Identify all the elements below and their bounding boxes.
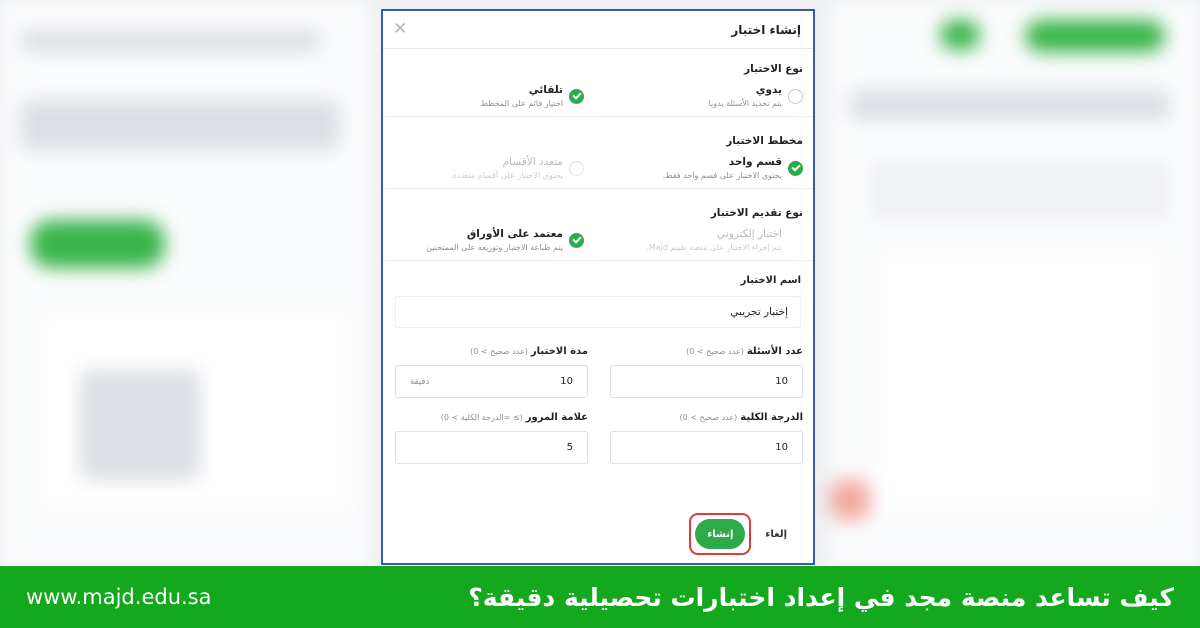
- option-paper-based[interactable]: معتمد على الأوراق يتم طباعة الاختبار وتو…: [393, 228, 598, 252]
- question-count-label: عدد الأسئلة(عدد صحيح > 0): [610, 346, 803, 357]
- background-block: [20, 100, 340, 150]
- exam-name-block: اسم الاختبار إختبار تجريبي: [383, 261, 813, 328]
- option-description: يتم إجراء الاختبار على منصة تقييم Majd.: [646, 243, 782, 252]
- exam-name-input[interactable]: إختبار تجريبي: [395, 296, 801, 328]
- create-button[interactable]: إنشاء: [695, 519, 746, 549]
- exam-plan-section: مخطط الاختبار قسم واحد يحتوي الاختبار عل…: [383, 117, 813, 189]
- field-hint: (عدد صحيح > 0): [679, 413, 738, 422]
- modal-header: إنشاء اختبار ✕: [383, 11, 813, 49]
- field-hint: (عدد صحيح > 0): [470, 347, 528, 356]
- field-label-text: علامة المرور: [525, 412, 588, 423]
- total-score-input[interactable]: 10: [610, 431, 803, 464]
- background-green-button: [1025, 20, 1165, 52]
- exam-name-label: اسم الاختبار: [740, 275, 801, 286]
- pass-mark-input[interactable]: 5: [395, 431, 588, 464]
- option-label: تلقائي: [528, 84, 563, 96]
- input-value: 10: [560, 376, 573, 387]
- option-description: يحتوي الاختبار على أقسام متعددة.: [450, 171, 563, 180]
- create-button-highlight: إنشاء: [689, 513, 752, 555]
- duration-unit: دقيقة: [410, 376, 430, 387]
- option-label: يدوي: [755, 84, 782, 96]
- bottom-banner: www.majd.edu.sa كيف تساعد منصة مجد في إع…: [0, 566, 1200, 628]
- option-automatic[interactable]: تلقائي اختيار قائم على المخطط: [393, 84, 598, 108]
- option-multi-section[interactable]: متعدد الأقسام يحتوي الاختبار على أقسام م…: [393, 156, 598, 180]
- option-electronic[interactable]: اختبار إلكتروني يتم إجراء الاختبار على م…: [598, 228, 803, 252]
- background-green-button: [30, 220, 165, 268]
- modal-actions: إنشاء إلغاء: [395, 513, 801, 555]
- banner-headline: كيف تساعد منصة مجد في إعداد اختبارات تحص…: [468, 582, 1174, 612]
- background-block: [870, 160, 1170, 220]
- duration-field: مدة الاختبار(عدد صحيح > 0) 10 دقيقة: [395, 346, 588, 398]
- option-label: متعدد الأقسام: [502, 156, 563, 168]
- pass-mark-field: علامة المرور(≥ =الدرجة الكلية > 0) 5: [395, 412, 588, 464]
- field-hint: (عدد صحيح > 0): [686, 347, 744, 356]
- section-title: نوع الاختبار: [744, 63, 803, 75]
- cancel-button[interactable]: إلغاء: [765, 529, 787, 540]
- radio-unchecked-icon[interactable]: [788, 88, 803, 104]
- input-value: 10: [775, 376, 788, 387]
- field-label-text: مدة الاختبار: [530, 346, 588, 357]
- delivery-type-section: نوع تقديم الاختبار اختبار إلكتروني يتم إ…: [383, 189, 813, 261]
- background-bar: [20, 30, 320, 52]
- background-red-mark: [830, 480, 870, 520]
- option-label: معتمد على الأوراق: [466, 228, 563, 240]
- exam-type-section: نوع الاختبار يدوي يتم تحديد الأسئلة يدوي…: [383, 49, 813, 117]
- close-icon[interactable]: ✕: [393, 21, 407, 38]
- site-url: www.majd.edu.sa: [26, 585, 212, 609]
- input-value: 10: [775, 442, 788, 453]
- option-description: يتم تحديد الأسئلة يدويا: [708, 99, 782, 108]
- total-score-field: الدرجة الكلية(عدد صحيح > 0) 10: [610, 412, 803, 464]
- background-block: [80, 370, 200, 480]
- background-card: [880, 250, 1160, 510]
- create-exam-modal: إنشاء اختبار ✕ نوع الاختبار يدوي يتم تحد…: [381, 9, 815, 565]
- section-title: مخطط الاختبار: [726, 135, 803, 147]
- field-label-text: الدرجة الكلية: [740, 412, 803, 423]
- input-value: 5: [566, 442, 573, 453]
- radio-checked-icon[interactable]: [788, 160, 803, 176]
- modal-title: إنشاء اختبار: [731, 22, 801, 37]
- option-description: يحتوي الاختبار على قسم واحد فقط.: [662, 171, 782, 180]
- radio-unchecked-icon[interactable]: [569, 160, 584, 176]
- question-count-input[interactable]: 10: [610, 365, 803, 398]
- radio-checked-icon[interactable]: [569, 232, 584, 248]
- option-label: اختبار إلكتروني: [717, 228, 782, 240]
- pass-mark-label: علامة المرور(≥ =الدرجة الكلية > 0): [395, 412, 588, 423]
- duration-label: مدة الاختبار(عدد صحيح > 0): [395, 346, 588, 357]
- numeric-fields-grid: عدد الأسئلة(عدد صحيح > 0) 10 مدة الاختبا…: [383, 328, 813, 478]
- field-label-text: عدد الأسئلة: [746, 346, 803, 357]
- option-single-section[interactable]: قسم واحد يحتوي الاختبار على قسم واحد فقط…: [598, 156, 803, 180]
- field-hint: (≥ =الدرجة الكلية > 0): [440, 413, 523, 422]
- option-description: يتم طباعة الاختبار وتوزيعه على الممتحنين: [426, 243, 563, 252]
- option-label: قسم واحد: [728, 156, 782, 168]
- background-bar: [850, 90, 1170, 120]
- radio-checked-icon[interactable]: [569, 88, 584, 104]
- duration-input[interactable]: 10 دقيقة: [395, 365, 588, 398]
- total-score-label: الدرجة الكلية(عدد صحيح > 0): [610, 412, 803, 423]
- option-description: اختيار قائم على المخطط: [480, 99, 563, 108]
- question-count-field: عدد الأسئلة(عدد صحيح > 0) 10: [610, 346, 803, 398]
- option-manual[interactable]: يدوي يتم تحديد الأسئلة يدويا: [598, 84, 803, 108]
- section-title: نوع تقديم الاختبار: [710, 207, 803, 219]
- radio-unchecked-icon[interactable]: [788, 233, 803, 248]
- background-green-chip: [940, 20, 980, 50]
